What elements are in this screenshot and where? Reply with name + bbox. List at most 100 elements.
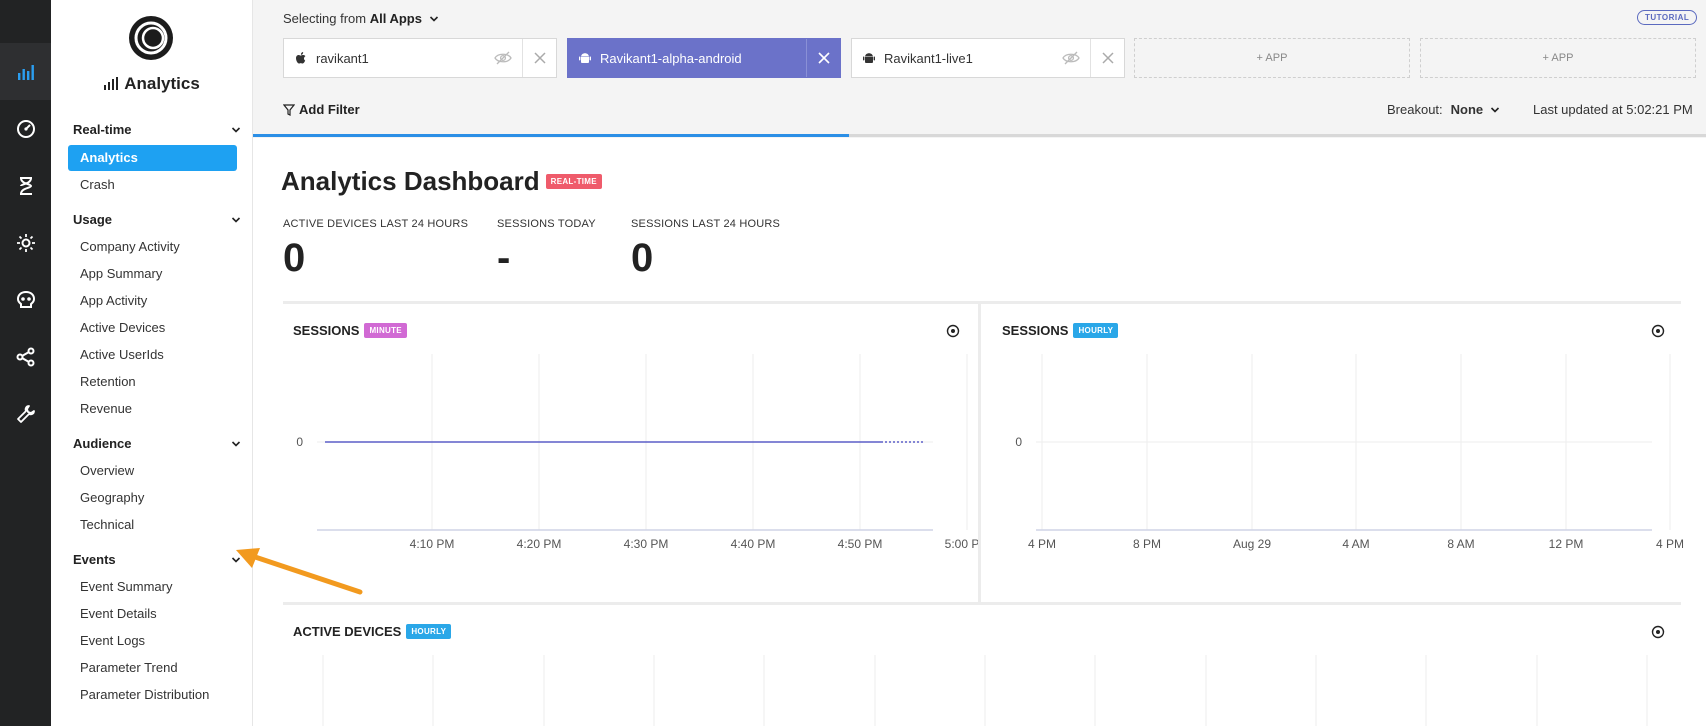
- rail-settings[interactable]: [0, 385, 51, 442]
- filter-icon: [283, 103, 295, 116]
- chevron-down-icon: [429, 16, 438, 22]
- remove-app-button[interactable]: [806, 39, 840, 77]
- add-filter-button[interactable]: Add Filter: [283, 102, 360, 117]
- sidebar-item-analytics[interactable]: Analytics: [68, 145, 237, 171]
- y-tick-label: 0: [1015, 435, 1022, 449]
- rail-analytics[interactable]: [0, 43, 51, 100]
- wrench-icon: [16, 404, 35, 423]
- section-label: Real-time: [73, 122, 132, 137]
- skull-icon: [16, 290, 35, 308]
- sidebar-item-parameter-trend[interactable]: Parameter Trend: [68, 655, 237, 681]
- rail-debug[interactable]: [0, 214, 51, 271]
- share-icon: [16, 347, 34, 366]
- app-name: Ravikant1-live1: [884, 50, 973, 66]
- stat-active-devices: ACTIVE DEVICES LAST 24 HOURS 0: [283, 218, 468, 281]
- rail-crashes[interactable]: [0, 271, 51, 328]
- dashboard-main: Analytics Dashboard REAL-TIME ACTIVE DEV…: [253, 138, 1706, 726]
- y-tick-label: 0: [296, 435, 303, 449]
- app-chip-ravikant1[interactable]: ravikant1: [283, 38, 557, 78]
- section-label: Audience: [73, 436, 132, 451]
- section-real-time[interactable]: Real-time: [73, 122, 241, 137]
- breakout-label: Breakout:: [1387, 102, 1443, 117]
- sidebar-item-company-activity[interactable]: Company Activity: [68, 234, 237, 260]
- section-events[interactable]: Events: [73, 552, 241, 567]
- section-usage[interactable]: Usage: [73, 212, 241, 227]
- sidebar-item-event-summary[interactable]: Event Summary: [68, 574, 237, 600]
- bug-icon: [16, 233, 35, 252]
- app-selector[interactable]: Selecting from All Apps: [283, 11, 439, 26]
- sidebar-item-revenue[interactable]: Revenue: [68, 396, 237, 422]
- sidebar-item-active-userids[interactable]: Active UserIds: [68, 342, 237, 368]
- active-devices-plot: [322, 655, 1648, 726]
- x-tick-label: 4:40 PM: [731, 537, 776, 551]
- x-tick-label: 8 AM: [1447, 537, 1474, 551]
- add-filter-label: Add Filter: [299, 102, 360, 117]
- rail-performance[interactable]: [0, 100, 51, 157]
- sidebar-item-parameter-distribution[interactable]: Parameter Distribution: [68, 682, 237, 708]
- tutorial-button[interactable]: TUTORIAL: [1637, 10, 1698, 25]
- page-title-text: Analytics Dashboard: [281, 166, 540, 196]
- sidebar-item-event-logs[interactable]: Event Logs: [68, 628, 237, 654]
- sidebar-item-app-summary[interactable]: App Summary: [68, 261, 237, 287]
- remove-app-button[interactable]: [1090, 39, 1124, 77]
- chevron-down-icon: [231, 126, 241, 133]
- divider: [978, 304, 981, 602]
- android-icon: [863, 53, 875, 63]
- hourglass-icon: [19, 176, 32, 195]
- bar-chart-icon: [17, 64, 34, 80]
- chevron-down-icon: [231, 440, 241, 447]
- bar-chart-icon: [104, 77, 119, 90]
- breakout-dropdown[interactable]: Breakout: None: [1387, 102, 1500, 117]
- sidebar-item-event-details[interactable]: Event Details: [68, 601, 237, 627]
- chevron-down-icon: [1490, 107, 1499, 113]
- stat-label: ACTIVE DEVICES LAST 24 HOURS: [283, 218, 469, 230]
- app-logo-icon: [129, 16, 173, 60]
- section-label: Events: [73, 552, 116, 567]
- breakout-value: None: [1450, 102, 1484, 117]
- icon-rail: [0, 0, 51, 726]
- x-tick-label: 4:30 PM: [624, 537, 669, 551]
- close-icon: [1101, 52, 1114, 64]
- sidebar-item-geography[interactable]: Geography: [68, 485, 237, 511]
- eye-off-icon[interactable]: [1062, 51, 1080, 65]
- stat-label: SESSIONS LAST 24 HOURS: [631, 218, 781, 230]
- rail-integrations[interactable]: [0, 328, 51, 385]
- stat-sessions-today: SESSIONS TODAY -: [497, 218, 596, 281]
- stat-value: -: [497, 236, 511, 280]
- sidebar: Analytics Real-time Analytics Crash Usag…: [51, 0, 253, 726]
- stat-value: 0: [631, 236, 654, 280]
- rail-tests[interactable]: [0, 157, 51, 214]
- brand-label: Analytics: [124, 74, 200, 93]
- add-app-button[interactable]: + APP: [1420, 38, 1696, 78]
- sidebar-item-active-devices[interactable]: Active Devices: [68, 315, 237, 341]
- sidebar-item-crash[interactable]: Crash: [68, 172, 237, 198]
- x-tick-label: 4:50 PM: [838, 537, 883, 551]
- close-icon: [533, 52, 546, 64]
- add-app-button[interactable]: + APP: [1134, 38, 1410, 78]
- sidebar-item-app-activity[interactable]: App Activity: [68, 288, 237, 314]
- eye-off-icon[interactable]: [494, 51, 512, 65]
- app-name: ravikant1: [316, 50, 369, 66]
- brand-title: Analytics: [51, 74, 253, 94]
- x-tick-label: 4 PM: [1656, 537, 1684, 551]
- x-tick-label: 4 AM: [1342, 537, 1369, 551]
- sidebar-item-technical[interactable]: Technical: [68, 512, 237, 538]
- sidebar-item-overview[interactable]: Overview: [68, 458, 237, 484]
- sidebar-item-retention[interactable]: Retention: [68, 369, 237, 395]
- app-chip-ravikant1-alpha-android[interactable]: Ravikant1-alpha-android: [567, 38, 841, 78]
- section-audience[interactable]: Audience: [73, 436, 241, 451]
- selecting-prefix: Selecting from: [283, 11, 367, 26]
- app-chip-ravikant1-live1[interactable]: Ravikant1-live1: [851, 38, 1125, 78]
- progress-fill: [253, 134, 849, 137]
- remove-app-button[interactable]: [522, 39, 556, 77]
- x-tick-label: Aug 29: [1233, 537, 1271, 551]
- android-icon: [579, 53, 591, 63]
- top-header: Selecting from All Apps TUTORIAL ravikan…: [253, 0, 1706, 138]
- page-title: Analytics Dashboard REAL-TIME: [281, 166, 602, 197]
- sessions-minute-chart: SESSIONS MINUTE 4:10 PM 4:20 PM 4:30 PM 4:4…: [283, 304, 978, 602]
- chevron-down-icon: [231, 216, 241, 223]
- apple-icon: [296, 52, 306, 64]
- sessions-minute-plot: 4:10 PM 4:20 PM 4:30 PM 4:40 PM 4:50 PM 5:00 …: [296, 354, 978, 551]
- x-tick-label: 4:10 PM: [410, 537, 455, 551]
- selecting-value: All Apps: [369, 11, 422, 26]
